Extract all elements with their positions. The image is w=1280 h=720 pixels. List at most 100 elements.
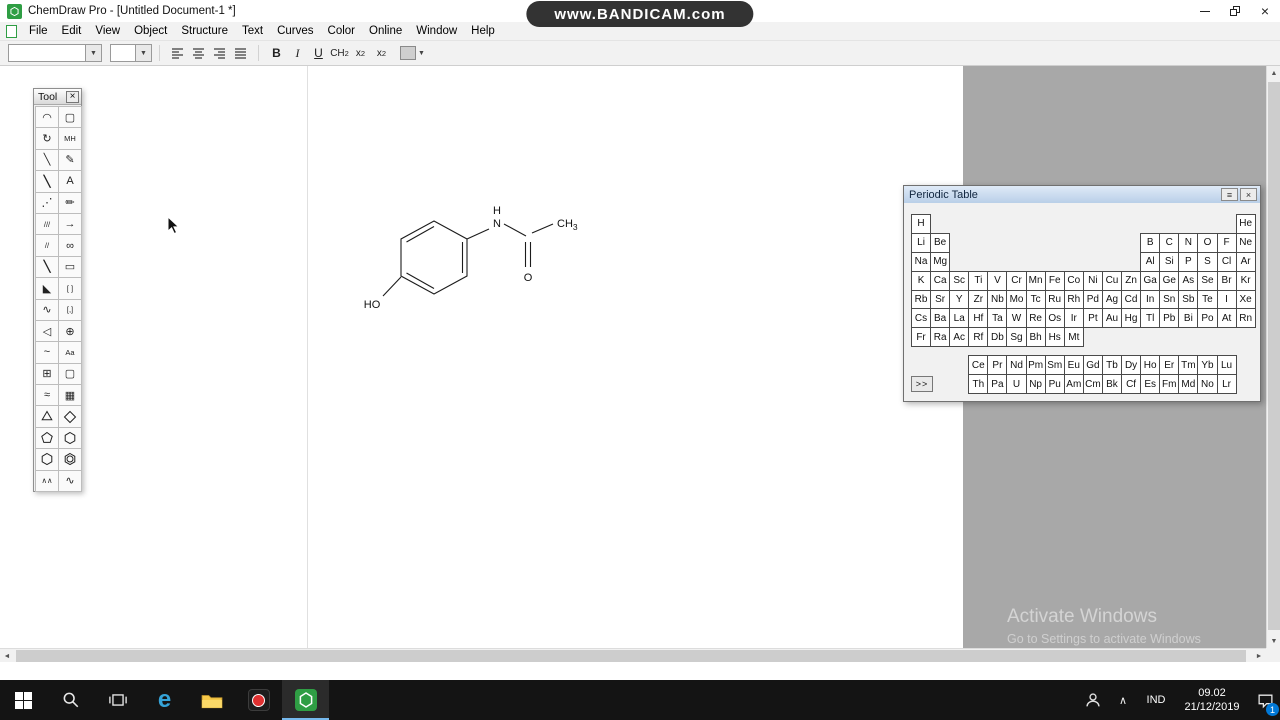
element-ta[interactable]: Ta (987, 308, 1008, 329)
acyclic-chain-tool[interactable]: ∧∧ (35, 469, 59, 493)
element-tl[interactable]: Tl (1140, 308, 1161, 329)
element-ba[interactable]: Ba (930, 308, 951, 329)
element-as[interactable]: As (1178, 270, 1199, 291)
hidden-icons-chevron[interactable]: ∧ (1108, 680, 1138, 720)
maximize-restore-button[interactable] (1220, 0, 1250, 22)
vertical-scroll-thumb[interactable] (1268, 82, 1280, 630)
scroll-up-arrow[interactable]: ▲ (1267, 66, 1280, 80)
wavy-bond-tool[interactable]: ∿ (35, 298, 59, 321)
element-rh[interactable]: Rh (1063, 289, 1084, 310)
menu-item-online[interactable]: Online (362, 23, 409, 39)
combo-dropdown-icon[interactable]: ▼ (86, 44, 102, 62)
formula-button[interactable]: CH 2 (329, 43, 350, 63)
element-ti[interactable]: Ti (968, 270, 989, 291)
element-zr[interactable]: Zr (968, 289, 989, 310)
periodic-table-menu-button[interactable]: ≡ (1221, 188, 1238, 201)
element-sr[interactable]: Sr (930, 289, 951, 310)
element-la[interactable]: La (949, 308, 970, 329)
element-li[interactable]: Li (911, 232, 932, 253)
menu-item-view[interactable]: View (88, 23, 127, 39)
element-ga[interactable]: Ga (1140, 270, 1161, 291)
wedge-bond-tool[interactable]: ◣ (35, 277, 59, 300)
menu-item-file[interactable]: File (22, 23, 55, 39)
cyclohexane-alt-tool[interactable] (35, 448, 59, 471)
element-fr[interactable]: Fr (911, 327, 932, 348)
element-th[interactable]: Th (968, 374, 989, 395)
style-combo-field[interactable] (8, 44, 86, 62)
templates-tool[interactable]: ▦ (58, 384, 82, 407)
element-p[interactable]: P (1178, 251, 1199, 272)
align-right-button[interactable] (209, 43, 230, 63)
combo-dropdown-icon[interactable]: ▼ (136, 44, 152, 62)
size-combo[interactable]: ▼ (110, 44, 152, 62)
element-ce[interactable]: Ce (968, 355, 989, 376)
drawing-elements-tool[interactable]: ▭ (58, 255, 82, 279)
horizontal-scrollbar[interactable]: ◄ ► (0, 648, 1266, 662)
start-button[interactable] (0, 680, 47, 720)
element-co[interactable]: Co (1063, 270, 1084, 291)
close-button[interactable]: × (1250, 0, 1280, 22)
element-zn[interactable]: Zn (1121, 270, 1142, 291)
element-f[interactable]: F (1216, 232, 1237, 253)
element-ag[interactable]: Ag (1101, 289, 1123, 310)
element-mg[interactable]: Mg (930, 251, 951, 272)
element-dy[interactable]: Dy (1121, 355, 1142, 376)
element-lu[interactable]: Lu (1216, 355, 1237, 376)
element-sg[interactable]: Sg (1006, 327, 1027, 348)
element-pu[interactable]: Pu (1044, 374, 1065, 395)
element-os[interactable]: Os (1044, 308, 1065, 329)
element-am[interactable]: Am (1063, 374, 1084, 395)
element-c[interactable]: C (1159, 232, 1180, 253)
element-at[interactable]: At (1216, 308, 1237, 329)
pencil-tool[interactable]: ✏ (58, 191, 82, 214)
element-cs[interactable]: Cs (911, 308, 932, 329)
element-s[interactable]: S (1197, 251, 1218, 272)
atom-label-tool[interactable]: Aa (58, 341, 82, 364)
element-xe[interactable]: Xe (1235, 289, 1256, 310)
hashed-wedge-bond-tool[interactable]: // (35, 234, 59, 257)
hashed-bond-tool[interactable]: /// (35, 212, 59, 236)
element-mn[interactable]: Mn (1025, 270, 1046, 291)
element-db[interactable]: Db (987, 327, 1008, 348)
search-button[interactable] (47, 680, 94, 720)
menu-item-object[interactable]: Object (127, 23, 174, 39)
lasso-tool[interactable]: ◠ (35, 106, 59, 129)
element-be[interactable]: Be (930, 232, 951, 253)
element-pm[interactable]: Pm (1025, 355, 1046, 376)
element-kr[interactable]: Kr (1235, 270, 1256, 291)
dashed-bond-tool[interactable]: ⋰ (35, 191, 59, 214)
element-ra[interactable]: Ra (930, 327, 951, 348)
element-er[interactable]: Er (1159, 355, 1180, 376)
file-explorer-taskbar-icon[interactable] (188, 680, 235, 720)
element-y[interactable]: Y (949, 289, 970, 310)
orbit-rotate-tool[interactable]: ↻ (35, 127, 59, 150)
action-center-button[interactable]: 1 (1250, 680, 1280, 720)
solid-bond-tool[interactable]: ╲ (35, 148, 59, 172)
tool-palette-titlebar[interactable]: Tool × (34, 89, 81, 105)
style-combo[interactable]: ▼ (8, 44, 102, 62)
template-marquee-tool[interactable]: ▢ (58, 362, 82, 386)
periodic-table-close-button[interactable]: × (1240, 188, 1257, 201)
bandicam-taskbar-icon[interactable] (235, 680, 282, 720)
element-pr[interactable]: Pr (987, 355, 1008, 376)
menu-item-structure[interactable]: Structure (174, 23, 235, 39)
element-in[interactable]: In (1140, 289, 1161, 310)
element-yb[interactable]: Yb (1197, 355, 1218, 376)
element-mt[interactable]: Mt (1063, 327, 1084, 348)
wavy-chain-tool[interactable]: ∿ (58, 469, 82, 493)
orbital-tool[interactable]: ∞ (58, 234, 82, 257)
element-br[interactable]: Br (1216, 270, 1237, 291)
subscript-button[interactable]: x2 (350, 43, 371, 63)
element-rf[interactable]: Rf (968, 327, 989, 348)
task-view-button[interactable] (94, 680, 141, 720)
element-hf[interactable]: Hf (968, 308, 989, 329)
people-button[interactable] (1078, 680, 1108, 720)
element-k[interactable]: K (911, 270, 932, 291)
underline-button[interactable]: U (308, 43, 329, 63)
size-combo-field[interactable] (110, 44, 136, 62)
element-ne[interactable]: Ne (1235, 232, 1256, 253)
vertical-scrollbar[interactable]: ▲ ▼ (1266, 66, 1280, 648)
italic-button[interactable]: I (287, 43, 308, 63)
element-al[interactable]: Al (1140, 251, 1161, 272)
clock[interactable]: 09.02 21/12/2019 (1174, 686, 1250, 715)
